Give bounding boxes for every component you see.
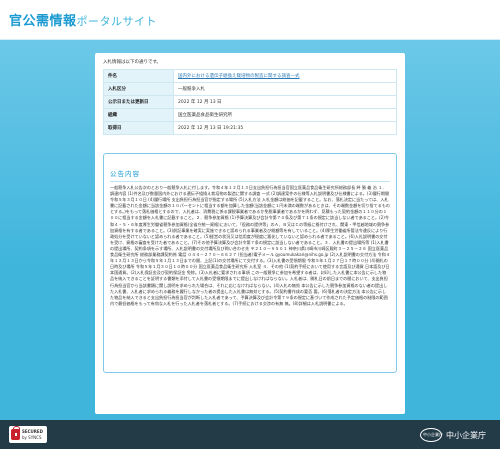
secured-label: SECURED [22, 429, 43, 434]
info-row: 件名 国内外における遺伝子組換え栽培物の製造に関する調査一式 [103, 69, 397, 83]
agency-name[interactable]: 中小企業庁 [446, 430, 486, 441]
site-title-main: 官公需情報 [9, 14, 77, 29]
info-label: 公示日または更新日 [103, 95, 174, 109]
info-label: 件名 [103, 69, 174, 83]
info-value: 2022 年 12 月 13 日 [173, 95, 397, 109]
info-row: 公示日または更新日 2022 年 12 月 13 日 [103, 95, 397, 109]
site-footer: SECURED by SYNCS 中小企業庁 中小企業庁 [0, 420, 500, 449]
site-title-link[interactable]: 官公需情報ポータルサイト [9, 10, 157, 29]
info-label: 組織 [103, 108, 174, 122]
info-value: 国立医薬品食品衛生研究所 [173, 108, 397, 122]
info-label: 取得日 [103, 121, 174, 135]
bid-detail-card: 入札情報は以下の通りです。 件名 国内外における遺伝子組換え栽培物の製造に関する調… [95, 53, 405, 414]
intro-text: 入札情報は以下の通りです。 [103, 60, 162, 65]
info-row: 入札区分 一般競争入札 [103, 82, 397, 96]
lock-icon [11, 426, 20, 440]
bid-info-table: 件名 国内外における遺伝子組換え栽培物の製造に関する調査一式 入札区分 一般競争入札公… [103, 69, 397, 135]
secured-provider: by SYNCS [22, 435, 42, 440]
secured-badge[interactable]: SECURED by SYNCS [9, 426, 47, 443]
subject-link[interactable]: 国内外における遺伝子組換え栽培物の製造に関する調査一式 [173, 69, 397, 83]
announcement-box: 公告内容 一般競争入札公告次のとおり一般競争入札に付します。令和４年１２月１３日… [103, 153, 397, 373]
announcement-text: 一般競争入札公告次のとおり一般競争入札に付します。令和４年１２月１３日支出負担行… [110, 185, 390, 306]
announcement-heading: 公告内容 [110, 168, 390, 182]
info-label: 入札区分 [103, 82, 174, 96]
info-row: 組織 国立医薬品食品衛生研究所 [103, 108, 397, 122]
agency-logo-text: 中小企業庁 [423, 432, 443, 437]
info-value: 一般競争入札 [173, 82, 397, 96]
agency-logo[interactable]: 中小企業庁 [420, 428, 443, 442]
site-header: 官公需情報ポータルサイト [0, 0, 500, 40]
site-title-sub: ポータルサイト [76, 15, 158, 28]
info-value: 2022 年 12 月 13 日 19:21:35 [173, 121, 397, 135]
info-row: 取得日 2022 年 12 月 13 日 19:21:35 [103, 121, 397, 135]
